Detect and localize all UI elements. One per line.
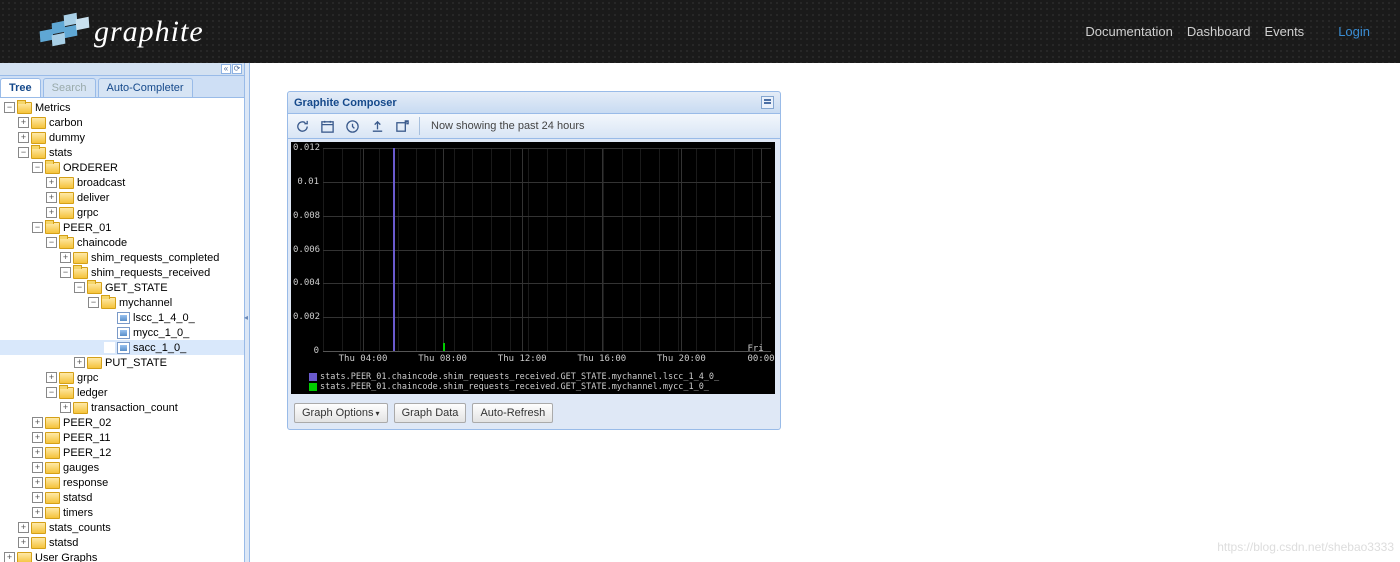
tree-node-stats[interactable]: −stats — [0, 145, 244, 160]
upload-icon[interactable] — [369, 118, 385, 134]
tree-node-statsd-root[interactable]: +statsd — [0, 535, 244, 550]
composer-title: Graphite Composer — [294, 97, 397, 109]
tab-auto-completer[interactable]: Auto-Completer — [98, 78, 193, 97]
tree-node-peer12[interactable]: +PEER_12 — [0, 445, 244, 460]
time-range-status: Now showing the past 24 hours — [431, 120, 584, 132]
share-icon[interactable] — [394, 118, 410, 134]
logo-text: graphite — [94, 15, 204, 49]
tree-node-mychannel[interactable]: −mychannel — [0, 295, 244, 310]
refresh-icon[interactable] — [294, 118, 310, 134]
tree-node-grpc-orderer[interactable]: +grpc — [0, 205, 244, 220]
clock-icon[interactable] — [344, 118, 360, 134]
tree-node-user-graphs[interactable]: +User Graphs — [0, 550, 244, 562]
tree-node-transaction-count[interactable]: +transaction_count — [0, 400, 244, 415]
watermark-text: https://blog.csdn.net/shebao3333 — [1217, 540, 1394, 554]
composer-chart: 00.0020.0040.0060.0080.010.012Thu 04:00T… — [291, 142, 775, 394]
calendar-icon[interactable] — [319, 118, 335, 134]
sidebar-tabs: Tree Search Auto-Completer — [0, 76, 244, 98]
tab-tree[interactable]: Tree — [0, 78, 41, 97]
tree-node-carbon[interactable]: +carbon — [0, 115, 244, 130]
nav-login[interactable]: Login — [1338, 24, 1370, 39]
tree-node-timers[interactable]: +timers — [0, 505, 244, 520]
sidebar: « ⟳ Tree Search Auto-Completer −Metrics … — [0, 63, 245, 562]
tree-node-response[interactable]: +response — [0, 475, 244, 490]
tree-node-statsd[interactable]: +statsd — [0, 490, 244, 505]
sidebar-collapse-bar: « ⟳ — [0, 63, 244, 76]
composer-panel: Graphite Composer Now showing the past 2… — [287, 91, 781, 430]
refresh-icon[interactable]: ⟳ — [232, 64, 242, 74]
tree-leaf-sacc[interactable]: sacc_1_0_ — [0, 340, 244, 355]
tree-node-dummy[interactable]: +dummy — [0, 130, 244, 145]
auto-refresh-button[interactable]: Auto-Refresh — [472, 403, 553, 423]
collapse-left-icon[interactable]: « — [221, 64, 231, 74]
top-nav: Documentation Dashboard Events Login — [1085, 24, 1370, 39]
tree-node-stats-counts[interactable]: +stats_counts — [0, 520, 244, 535]
nav-events[interactable]: Events — [1264, 24, 1304, 39]
nav-dashboard[interactable]: Dashboard — [1187, 24, 1251, 39]
tree-node-peer01[interactable]: −PEER_01 — [0, 220, 244, 235]
metrics-tree: −Metrics +carbon +dummy −stats −ORDERER … — [0, 98, 244, 562]
tree-leaf-lscc[interactable]: lscc_1_4_0_ — [0, 310, 244, 325]
tree-node-peer02[interactable]: +PEER_02 — [0, 415, 244, 430]
composer-header: Graphite Composer — [288, 92, 780, 114]
tree-node-chaincode[interactable]: −chaincode — [0, 235, 244, 250]
tree-node-shim-received[interactable]: −shim_requests_received — [0, 265, 244, 280]
logo-icon — [40, 12, 88, 52]
tab-search[interactable]: Search — [43, 78, 96, 97]
graph-options-button[interactable]: Graph Options▾ — [294, 403, 388, 423]
tree-node-peer11[interactable]: +PEER_11 — [0, 430, 244, 445]
tree-node-get-state[interactable]: −GET_STATE — [0, 280, 244, 295]
app-header: graphite Documentation Dashboard Events … — [0, 0, 1400, 63]
tree-node-grpc-peer[interactable]: +grpc — [0, 370, 244, 385]
tree-node-gauges[interactable]: +gauges — [0, 460, 244, 475]
graph-data-button[interactable]: Graph Data — [394, 403, 467, 423]
tree-node-deliver[interactable]: +deliver — [0, 190, 244, 205]
tree-node-put-state[interactable]: +PUT_STATE — [0, 355, 244, 370]
logo: graphite — [40, 12, 204, 52]
composer-toolbar: Now showing the past 24 hours — [288, 114, 780, 139]
maximize-icon[interactable] — [761, 96, 774, 109]
nav-documentation[interactable]: Documentation — [1085, 24, 1172, 39]
composer-button-row: Graph Options▾ Graph Data Auto-Refresh — [288, 397, 780, 429]
tree-node-metrics[interactable]: −Metrics — [0, 100, 244, 115]
tree-node-shim-completed[interactable]: +shim_requests_completed — [0, 250, 244, 265]
content-area: Graphite Composer Now showing the past 2… — [250, 63, 1400, 562]
tree-node-broadcast[interactable]: +broadcast — [0, 175, 244, 190]
tree-node-ledger[interactable]: −ledger — [0, 385, 244, 400]
tree-leaf-mycc[interactable]: mycc_1_0_ — [0, 325, 244, 340]
tree-node-orderer[interactable]: −ORDERER — [0, 160, 244, 175]
